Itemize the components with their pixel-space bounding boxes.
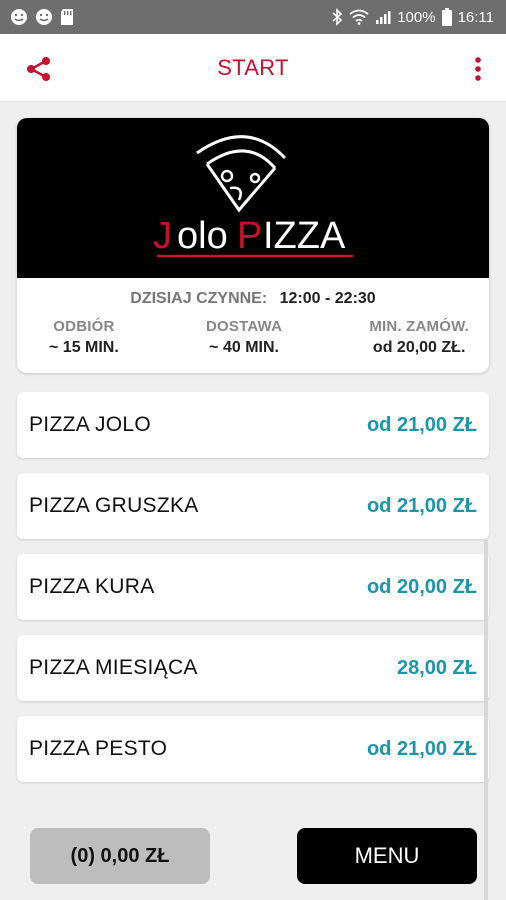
min-order-label: MIN. ZAMÓW. bbox=[369, 318, 469, 335]
min-order-value: od 20,00 ZŁ. bbox=[372, 339, 466, 356]
restaurant-card: J P olo IZZA DZISIAJ CZYNNE: 12:00 - 22:… bbox=[17, 118, 489, 373]
cart-button[interactable]: (0) 0,00 ZŁ bbox=[30, 828, 210, 884]
item-price: od 20,00 ZŁ bbox=[366, 575, 477, 598]
item-price: 28,00 ZŁ bbox=[396, 656, 477, 679]
list-item[interactable]: PIZZA PESTO od 21,00 ZŁ bbox=[17, 716, 489, 782]
more-options-button[interactable] bbox=[468, 54, 488, 84]
signal-icon bbox=[375, 9, 391, 25]
menu-list: PIZZA JOLO od 21,00 ZŁ PIZZA GRUSZKA od … bbox=[17, 392, 489, 797]
jolo-pizza-logo: J P olo IZZA bbox=[153, 135, 353, 258]
delivery-time: ~ 40 MIN. bbox=[209, 339, 279, 356]
hours-label: DZISIAJ CZYNNE: bbox=[130, 290, 268, 307]
smiley-icon bbox=[10, 8, 28, 26]
item-name: PIZZA GRUSZKA bbox=[29, 494, 199, 517]
list-item[interactable]: PIZZA JOLO od 21,00 ZŁ bbox=[17, 392, 489, 458]
battery-percent: 100% bbox=[397, 8, 436, 26]
bluetooth-icon bbox=[331, 8, 343, 26]
item-price: od 21,00 ZŁ bbox=[366, 737, 477, 760]
restaurant-info: ODBIÓR ~ 15 MIN. DOSTAWA ~ 40 MIN. MIN. … bbox=[17, 318, 489, 357]
pickup-info: ODBIÓR ~ 15 MIN. bbox=[49, 318, 119, 357]
sdcard-icon bbox=[60, 8, 74, 26]
clock: 16:11 bbox=[457, 8, 494, 26]
list-item[interactable]: PIZZA MIESIĄCA 28,00 ZŁ bbox=[17, 635, 489, 701]
wifi-icon bbox=[349, 9, 369, 25]
delivery-info: DOSTAWA ~ 40 MIN. bbox=[206, 318, 282, 357]
page-title: START bbox=[217, 54, 289, 80]
item-name: PIZZA KURA bbox=[29, 575, 155, 598]
svg-text:IZZA: IZZA bbox=[263, 215, 346, 257]
svg-text:P: P bbox=[237, 215, 262, 257]
menu-button[interactable]: MENU bbox=[297, 828, 477, 884]
opening-hours: DZISIAJ CZYNNE: 12:00 - 22:30 bbox=[17, 290, 489, 308]
hours-value: 12:00 - 22:30 bbox=[279, 290, 376, 307]
status-bar: 100% 16:11 bbox=[0, 0, 506, 34]
share-button[interactable] bbox=[24, 54, 54, 84]
item-name: PIZZA PESTO bbox=[29, 737, 168, 760]
svg-text:olo: olo bbox=[177, 215, 228, 257]
item-price: od 21,00 ZŁ bbox=[366, 494, 477, 517]
battery-icon bbox=[441, 8, 452, 26]
delivery-label: DOSTAWA bbox=[206, 318, 283, 335]
smiley-icon bbox=[35, 8, 53, 26]
pickup-time: ~ 15 MIN. bbox=[49, 339, 119, 356]
restaurant-logo: J P olo IZZA bbox=[17, 118, 489, 278]
share-icon bbox=[27, 57, 50, 81]
scrollbar[interactable] bbox=[484, 540, 488, 900]
status-right: 100% 16:11 bbox=[331, 8, 494, 26]
pickup-label: ODBIÓR bbox=[53, 318, 115, 335]
list-item[interactable]: PIZZA GRUSZKA od 21,00 ZŁ bbox=[17, 473, 489, 539]
list-item[interactable]: PIZZA KURA od 20,00 ZŁ bbox=[17, 554, 489, 620]
item-name: PIZZA JOLO bbox=[29, 413, 152, 436]
item-price: od 21,00 ZŁ bbox=[366, 413, 477, 436]
more-vert-icon bbox=[475, 57, 481, 81]
status-left bbox=[10, 8, 74, 26]
min-order-info: MIN. ZAMÓW. od 20,00 ZŁ. bbox=[369, 318, 469, 357]
item-name: PIZZA MIESIĄCA bbox=[29, 656, 198, 679]
svg-text:J: J bbox=[153, 215, 173, 257]
app-bar: START bbox=[0, 34, 506, 102]
